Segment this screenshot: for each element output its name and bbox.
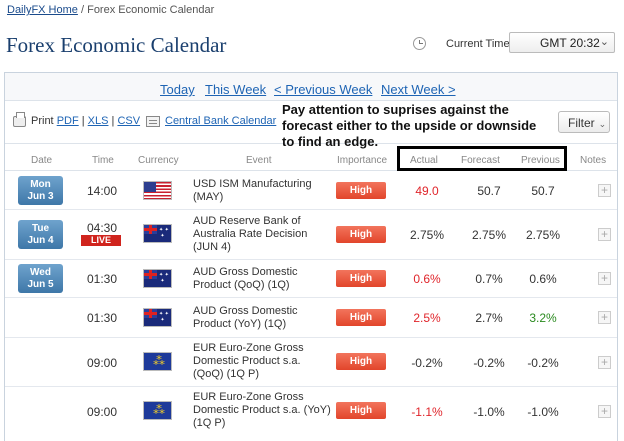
- week-nav: Today This Week < Previous Week Next Wee…: [5, 73, 617, 101]
- breadcrumb-separator: /: [80, 4, 85, 16]
- print-label: Print: [31, 115, 54, 127]
- export-xls-link[interactable]: XLS: [88, 115, 109, 127]
- table-row: 09:00 EUR Euro-Zone Gross Domestic Produ…: [5, 387, 617, 441]
- forecast-value: 0.7%: [475, 272, 503, 286]
- previous-value: 3.2%: [529, 311, 557, 325]
- forecast-value: 2.7%: [475, 311, 503, 325]
- date-badge: Mon Jun 3: [18, 176, 63, 205]
- add-note-button[interactable]: +: [598, 228, 611, 241]
- central-bank-calendar-link[interactable]: Central Bank Calendar: [165, 115, 276, 127]
- actual-value: -0.2%: [411, 356, 443, 370]
- event-name: AUD Reserve Bank of Australia Rate Decis…: [193, 215, 308, 253]
- table-row: 01:30 AUD Gross Domestic Product (YoY) (…: [5, 298, 617, 338]
- filter-label: Filter: [568, 116, 595, 130]
- importance-badge: High: [336, 353, 386, 370]
- event-time: 01:30: [86, 311, 118, 325]
- separator: |: [81, 115, 85, 127]
- event-time: 09:00: [86, 356, 118, 370]
- event-name: EUR Euro-Zone Gross Domestic Product s.a…: [193, 342, 304, 380]
- au-flag-icon: [143, 224, 172, 243]
- date-badge: Tue Jun 4: [18, 220, 63, 249]
- previous-value: 50.7: [531, 184, 555, 198]
- au-flag-icon: [143, 308, 172, 327]
- importance-badge: High: [336, 182, 386, 199]
- eu-flag-icon: [143, 401, 172, 420]
- event-time: 14:00: [86, 184, 118, 198]
- table-row: Mon Jun 3 14:00 USD ISM Manufacturing (MA…: [5, 171, 617, 210]
- highlight-box: [397, 146, 567, 171]
- export-pdf-link[interactable]: PDF: [57, 115, 79, 127]
- forecast-value: -0.2%: [473, 356, 505, 370]
- actual-value: 2.5%: [413, 311, 441, 325]
- importance-badge: High: [336, 226, 386, 243]
- timezone-select[interactable]: GMT 20:32 ⌄: [509, 32, 615, 53]
- separator: |: [111, 115, 115, 127]
- previous-value: 0.6%: [529, 272, 557, 286]
- us-flag-icon: [143, 181, 172, 200]
- export-links: Print PDF | XLS | CSV: [31, 115, 140, 127]
- event-name: AUD Gross Domestic Product (YoY) (1Q): [193, 305, 298, 330]
- event-time: 04:30: [86, 221, 118, 235]
- actual-value: 0.6%: [413, 272, 441, 286]
- header-event: Event: [246, 155, 272, 166]
- chevron-down-icon: ⌄: [598, 119, 607, 129]
- table-row: WedJun 5 01:30 AUD Gross Domestic Produc…: [5, 260, 617, 298]
- nav-today-link[interactable]: Today: [160, 82, 195, 97]
- previous-value: 2.75%: [525, 228, 561, 242]
- nav-this-week-link[interactable]: This Week: [205, 82, 266, 97]
- event-name: AUD Gross Domestic Product (QoQ) (1Q): [193, 266, 298, 291]
- header-time: Time: [92, 155, 114, 166]
- importance-badge: High: [336, 402, 386, 419]
- timezone-value: GMT 20:32: [540, 36, 600, 50]
- eu-flag-icon: [143, 352, 172, 371]
- actual-value: -1.1%: [411, 405, 443, 419]
- date-badge: Wed Jun 5: [18, 264, 63, 293]
- nav-next-week-link[interactable]: Next Week >: [381, 82, 456, 97]
- forecast-value: 50.7: [477, 184, 501, 198]
- header-notes: Notes: [580, 155, 607, 166]
- header-currency: Currency: [138, 155, 179, 166]
- breadcrumb: DailyFX Home / Forex Economic Calendar: [7, 4, 214, 16]
- add-note-button[interactable]: +: [598, 184, 611, 197]
- event-time: 01:30: [86, 272, 118, 286]
- printer-icon: [13, 112, 26, 127]
- annotation-note: Pay attention to suprises against the fo…: [282, 102, 537, 149]
- add-note-button[interactable]: +: [598, 356, 611, 369]
- current-time-label: Current Time:: [446, 38, 513, 50]
- event-time: 09:00: [86, 405, 118, 419]
- actual-value: 49.0: [415, 184, 439, 198]
- live-badge: LIVE: [81, 235, 121, 246]
- add-note-button[interactable]: +: [598, 405, 611, 418]
- breadcrumb-home-link[interactable]: DailyFX Home: [7, 4, 78, 16]
- header-importance: Importance: [337, 155, 388, 166]
- header-date: Date: [31, 155, 53, 166]
- add-note-button[interactable]: +: [598, 311, 611, 324]
- table-row: TueJun 4 04:30 LIVE AUD Reserve Bank of …: [5, 210, 617, 260]
- previous-value: -0.2%: [527, 356, 559, 370]
- add-note-button[interactable]: +: [598, 272, 611, 285]
- table-row: 09:00 EUR Euro-Zone Gross Domestic Produ…: [5, 338, 617, 387]
- importance-badge: High: [336, 270, 386, 287]
- chevron-down-icon: ⌄: [599, 36, 609, 48]
- event-name: USD ISM Manufacturing (MAY): [193, 178, 312, 203]
- au-flag-icon: [143, 269, 172, 288]
- actual-value: 2.75%: [409, 228, 445, 242]
- breadcrumb-current: Forex Economic Calendar: [87, 4, 215, 16]
- nav-prev-week-link[interactable]: < Previous Week: [274, 82, 372, 97]
- importance-badge: High: [336, 309, 386, 326]
- event-name: EUR Euro-Zone Gross Domestic Product s.a…: [193, 391, 331, 429]
- filter-button[interactable]: Filter ⌄: [558, 111, 610, 133]
- forecast-value: 2.75%: [471, 228, 507, 242]
- export-csv-link[interactable]: CSV: [117, 115, 140, 127]
- page-title: Forex Economic Calendar: [6, 33, 227, 57]
- clock-icon: [413, 37, 426, 50]
- forecast-value: -1.0%: [473, 405, 505, 419]
- previous-value: -1.0%: [527, 405, 559, 419]
- calendar-icon: [146, 116, 160, 127]
